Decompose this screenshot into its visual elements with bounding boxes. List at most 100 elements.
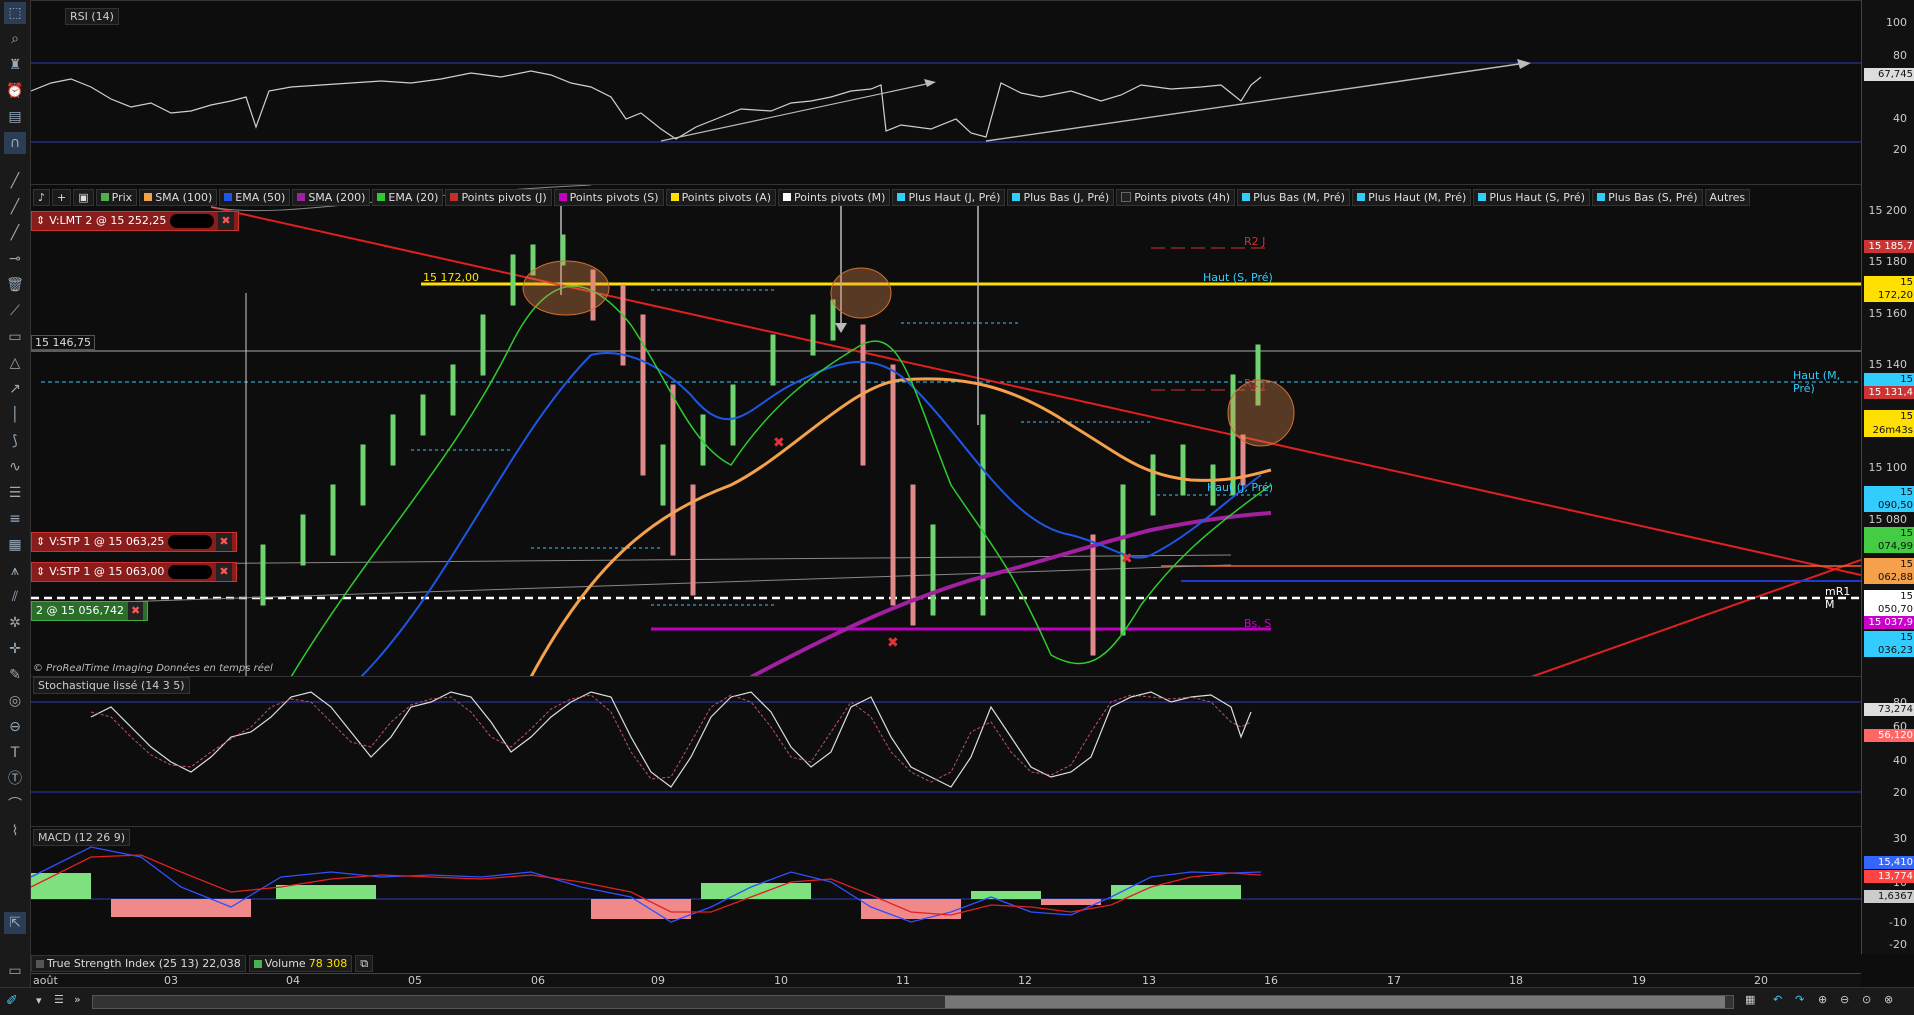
zoom-in-icon[interactable]: ⊕ — [1818, 993, 1827, 1006]
copyright: © ProRealTime Imaging Données en temps r… — [33, 663, 273, 674]
magnet-icon[interactable]: ∩ — [4, 132, 26, 154]
brush-icon[interactable]: ⌇ — [4, 820, 26, 842]
triangle-icon[interactable]: △ — [4, 352, 26, 374]
alarm-bell-icon[interactable]: ♪ — [33, 188, 51, 206]
text-circle-icon[interactable]: Ⓣ — [4, 768, 26, 790]
rectangle-icon[interactable]: ▭ — [4, 326, 26, 348]
order-stop-2[interactable]: ⇕ V:STP 1 @ 15 063,00 ✖ — [31, 562, 237, 582]
date-label: 05 — [408, 974, 422, 987]
price-pane[interactable]: ✖ ✖ ✖ ♪ + ▣ Prix SMA (100) EMA (50) SMA … — [31, 184, 1861, 677]
legend-sma200[interactable]: SMA (200) — [292, 188, 371, 206]
expand-icon[interactable]: » — [74, 993, 81, 1006]
legend-plus-haut-j[interactable]: Plus Haut (J, Pré) — [892, 188, 1006, 206]
fibonacci-icon[interactable]: ☰ — [4, 482, 26, 504]
polyline-icon[interactable]: ⟆ — [4, 430, 26, 452]
legend-plus-bas-j[interactable]: Plus Bas (J, Pré) — [1007, 188, 1115, 206]
position-ticket[interactable]: 2 @ 15 056,742 ✖ — [31, 601, 149, 621]
undo-icon[interactable]: ↶ — [1773, 993, 1782, 1006]
crosshair-icon[interactable]: ✛ — [4, 638, 26, 660]
ellipse-icon[interactable]: ⊖ — [4, 716, 26, 738]
settings-icon[interactable]: ✲ — [4, 612, 26, 634]
segment-icon[interactable]: ⊸ — [4, 248, 26, 270]
pitchfork-icon[interactable]: ⩚ — [4, 560, 26, 582]
dropdown-icon[interactable]: ▾ — [36, 994, 42, 1007]
legend-sma100[interactable]: SMA (100) — [139, 188, 218, 206]
tsi-indicator[interactable]: True Strength Index (25 13) 22,038 — [31, 955, 246, 972]
cursor-icon[interactable]: ⬚ — [4, 2, 26, 24]
menu-icon[interactable]: ☰ — [54, 993, 64, 1006]
ruler-icon[interactable]: ▤ — [4, 106, 26, 128]
pencil-icon[interactable]: ✎ — [4, 664, 26, 686]
price-tag: 15 131,4 — [1864, 386, 1914, 399]
legend-pivots-a[interactable]: Points pivots (A) — [665, 188, 777, 206]
ray-icon[interactable]: ⟋ — [4, 300, 26, 322]
macd-tick: -20 — [1889, 938, 1907, 951]
arrow-icon[interactable]: ↗ — [4, 378, 26, 400]
stochastic-tick: 20 — [1893, 786, 1907, 799]
volume-indicator[interactable]: Volume 78 308 — [248, 955, 353, 972]
legend-pivots-4h[interactable]: Points pivots (4h) — [1116, 188, 1236, 206]
rsi-pane[interactable]: RSI (14) — [31, 0, 1861, 185]
restore-window-icon[interactable]: ⧉ — [355, 955, 374, 972]
rsi-tick: 80 — [1893, 49, 1907, 62]
legend-ema50[interactable]: EMA (50) — [219, 188, 291, 206]
legend-plus-bas-s[interactable]: Plus Bas (S, Pré) — [1592, 188, 1703, 206]
draw-icon[interactable]: ✐ — [6, 993, 18, 1009]
cancel-order-icon[interactable]: ✖ — [216, 563, 232, 581]
stochastic-chart — [31, 691, 1861, 793]
channel-icon[interactable]: ≡ — [4, 508, 26, 530]
order-arrow-icon: ⇕ — [36, 214, 46, 227]
regression-icon[interactable]: ⫽ — [4, 586, 26, 608]
add-indicator-icon[interactable]: + — [52, 188, 72, 206]
trash-icon[interactable]: 🗑 — [4, 274, 26, 296]
legend-pivots-j[interactable]: Points pivots (J) — [445, 188, 552, 206]
stochastic-pane[interactable]: Stochastique lissé (14 3 5) — [31, 676, 1861, 827]
legend-prix[interactable]: Prix — [95, 188, 138, 206]
order-text: V:STP 1 @ 15 063,25 — [49, 535, 165, 548]
zoom-fit-icon[interactable]: ⊗ — [1884, 993, 1893, 1006]
order-stop-1[interactable]: ⇕ V:STP 1 @ 15 063,25 ✖ — [31, 532, 237, 552]
gann-icon[interactable]: ▦ — [4, 534, 26, 556]
spiral-icon[interactable]: ◎ — [4, 690, 26, 712]
macd-pane[interactable]: MACD (12 26 9) — [31, 826, 1861, 955]
cancel-order-icon[interactable]: ✖ — [218, 212, 234, 230]
vertical-line-icon[interactable]: │ — [4, 404, 26, 426]
arc-icon[interactable]: ⌒ — [4, 794, 26, 816]
redo-icon[interactable]: ↷ — [1795, 993, 1804, 1006]
trendline-green-icon[interactable]: ╱ — [4, 196, 26, 218]
zoom-out-icon[interactable]: ⊖ — [1840, 993, 1849, 1006]
wave-icon[interactable]: ∿ — [4, 456, 26, 478]
eraser-icon[interactable]: ▭ — [4, 960, 26, 982]
calendar-icon[interactable]: ▦ — [1745, 993, 1755, 1006]
trendline-red-icon[interactable]: ╱ — [4, 222, 26, 244]
legend-plus-haut-m[interactable]: Plus Haut (M, Pré) — [1352, 188, 1472, 206]
stochastic-axis: 80 60 40 20 73,274 56,120 — [1861, 676, 1914, 826]
price-tick: 15 180 — [1868, 255, 1908, 268]
alarm-icon[interactable]: ⏰ — [4, 80, 26, 102]
date-label: 19 — [1632, 974, 1646, 987]
macd-tick: 30 — [1893, 832, 1907, 845]
order-limit[interactable]: ⇕ V:LMT 2 @ 15 252,25 ✖ — [31, 211, 239, 231]
screen-icon[interactable]: ▣ — [73, 188, 94, 206]
scrollbar[interactable] — [92, 995, 1734, 1009]
stochastic-label: Stochastique lissé (14 3 5) — [33, 677, 190, 694]
order-arrow-icon: ⇕ — [36, 535, 46, 548]
zoom-icon[interactable]: ⌕ — [4, 28, 26, 50]
scrollbar-thumb[interactable] — [945, 996, 1725, 1008]
close-position-icon[interactable]: ✖ — [127, 602, 144, 620]
legend-pivots-m[interactable]: Points pivots (M) — [778, 188, 891, 206]
line-icon[interactable]: ╱ — [4, 170, 26, 192]
cancel-order-icon[interactable]: ✖ — [216, 533, 232, 551]
zoom-reset-icon[interactable]: ⊙ — [1862, 993, 1871, 1006]
price-tick: 15 160 — [1868, 307, 1908, 320]
alert-icon[interactable]: ♜ — [4, 54, 26, 76]
legend-pivots-s[interactable]: Points pivots (S) — [553, 188, 664, 206]
legend-ema20[interactable]: EMA (20) — [372, 188, 444, 206]
legend-autres[interactable]: Autres — [1704, 188, 1751, 206]
date-label: 04 — [286, 974, 300, 987]
pointer-icon[interactable]: ⇱ — [4, 912, 26, 934]
legend-plus-haut-s[interactable]: Plus Haut (S, Pré) — [1473, 188, 1591, 206]
masked-field — [168, 565, 213, 579]
text-icon[interactable]: T — [4, 742, 26, 764]
legend-plus-bas-m[interactable]: Plus Bas (M, Pré) — [1237, 188, 1351, 206]
